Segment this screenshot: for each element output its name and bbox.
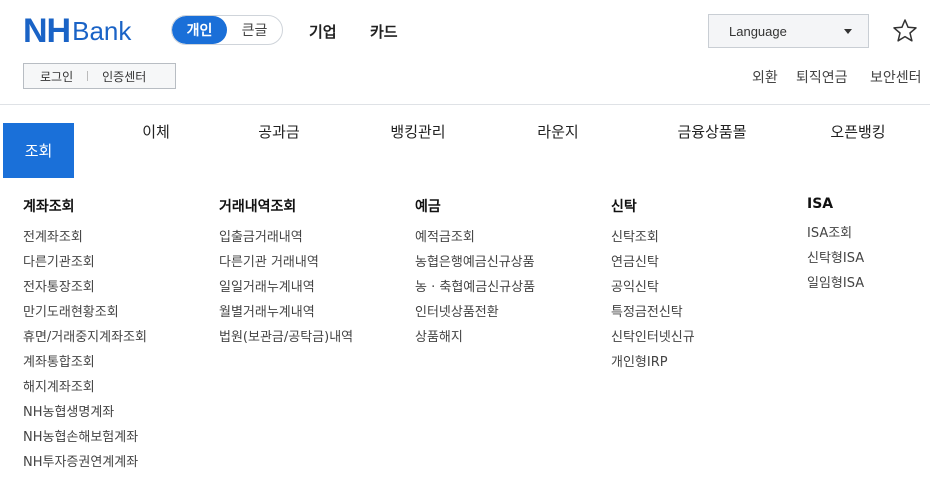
menu-column-title: ISA: [807, 196, 834, 212]
retirement-pension-link[interactable]: 퇴직연금: [796, 67, 848, 87]
menu-link[interactable]: 농 · 축협예금신규상품: [415, 280, 535, 305]
large-text-mode-button[interactable]: 큰글: [227, 16, 282, 44]
menu-link[interactable]: 전계좌조회: [23, 230, 147, 255]
language-label: Language: [729, 23, 787, 39]
menu-column-title: 신탁: [611, 199, 637, 215]
foreign-exchange-link[interactable]: 외환: [752, 67, 778, 87]
menu-link[interactable]: 다른기관조회: [23, 255, 147, 280]
star-icon[interactable]: [891, 17, 919, 45]
menu-link[interactable]: 신탁조회: [611, 230, 695, 255]
nav-item-utility-bills[interactable]: 공과금: [258, 121, 299, 142]
menu-column-title: 계좌조회: [23, 199, 75, 215]
menu-link[interactable]: 상품해지: [415, 330, 535, 355]
menu-link[interactable]: 해지계좌조회: [23, 380, 147, 405]
menu-column-title: 거래내역조회: [219, 199, 297, 215]
menu-link[interactable]: 일임형ISA: [807, 276, 864, 301]
menu-link[interactable]: 계좌통합조회: [23, 355, 147, 380]
certificate-center-link[interactable]: 인증센터: [102, 68, 146, 85]
menu-link[interactable]: 입출금거래내역: [219, 230, 353, 255]
menu-link[interactable]: ISA조회: [807, 226, 864, 251]
menu-link[interactable]: 다른기관 거래내역: [219, 255, 353, 280]
language-select[interactable]: Language: [708, 14, 869, 48]
menu-link[interactable]: NH농협손해보험계좌: [23, 430, 147, 455]
menu-link[interactable]: 인터넷상품전환: [415, 305, 535, 330]
nav-item-open-banking[interactable]: 오픈뱅킹: [830, 121, 885, 142]
header-divider: [0, 104, 930, 105]
menu-link[interactable]: 농협은행예금신규상품: [415, 255, 535, 280]
menu-link[interactable]: 법원(보관금/공탁금)내역: [219, 330, 353, 355]
menu-link[interactable]: 예적금조회: [415, 230, 535, 255]
menu-link[interactable]: 만기도래현황조회: [23, 305, 147, 330]
menu-link[interactable]: 휴면/거래중지계좌조회: [23, 330, 147, 355]
menu-column-trust: 신탁 신탁조회 연금신탁 공익신탁 특정금전신탁 신탁인터넷신규 개인형IRP: [611, 196, 695, 380]
menu-link[interactable]: 특정금전신탁: [611, 305, 695, 330]
menu-column-account: 계좌조회 전계좌조회 다른기관조회 전자통장조회 만기도래현황조회 휴면/거래중…: [23, 196, 147, 480]
nav-item-banking-management[interactable]: 뱅킹관리: [390, 121, 445, 142]
personal-mode-button[interactable]: 개인: [172, 16, 227, 44]
menu-link[interactable]: 공익신탁: [611, 280, 695, 305]
nav-item-transfer[interactable]: 이체: [142, 121, 170, 142]
menu-link[interactable]: NH농협생명계좌: [23, 405, 147, 430]
nh-bank-logo[interactable]: NH Bank: [23, 12, 132, 50]
menu-link[interactable]: 신탁형ISA: [807, 251, 864, 276]
menu-link[interactable]: 신탁인터넷신규: [611, 330, 695, 355]
menu-column-title: 예금: [415, 199, 441, 215]
menu-column-transactions: 거래내역조회 입출금거래내역 다른기관 거래내역 일일거래누계내역 월별거래누계…: [219, 196, 353, 355]
menu-link[interactable]: 월별거래누계내역: [219, 305, 353, 330]
menu-link[interactable]: NH투자증권연계계좌: [23, 455, 147, 480]
login-link[interactable]: 로그인: [40, 68, 73, 85]
menu-column-isa: ISA ISA조회 신탁형ISA 일임형ISA: [807, 196, 864, 301]
nav-item-financial-mall[interactable]: 금융상품몰: [677, 121, 746, 142]
mode-toggle: 개인 큰글: [171, 15, 283, 45]
auth-divider: [87, 71, 89, 81]
menu-link[interactable]: 개인형IRP: [611, 355, 695, 380]
menu-link[interactable]: 전자통장조회: [23, 280, 147, 305]
chevron-down-icon: [844, 28, 852, 34]
card-link[interactable]: 카드: [370, 21, 398, 42]
nav-item-inquiry[interactable]: 조회: [3, 123, 74, 178]
logo-bank-text: Bank: [72, 16, 132, 46]
logo-nh-text: NH: [23, 12, 71, 50]
auth-box: 로그인 인증센터: [23, 63, 176, 89]
menu-link[interactable]: 일일거래누계내역: [219, 280, 353, 305]
menu-column-deposit: 예금 예적금조회 농협은행예금신규상품 농 · 축협예금신규상품 인터넷상품전환…: [415, 196, 535, 355]
menu-link[interactable]: 연금신탁: [611, 255, 695, 280]
corporate-link[interactable]: 기업: [309, 21, 337, 42]
security-center-link[interactable]: 보안센터: [870, 67, 922, 87]
nav-item-lounge[interactable]: 라운지: [537, 121, 578, 142]
